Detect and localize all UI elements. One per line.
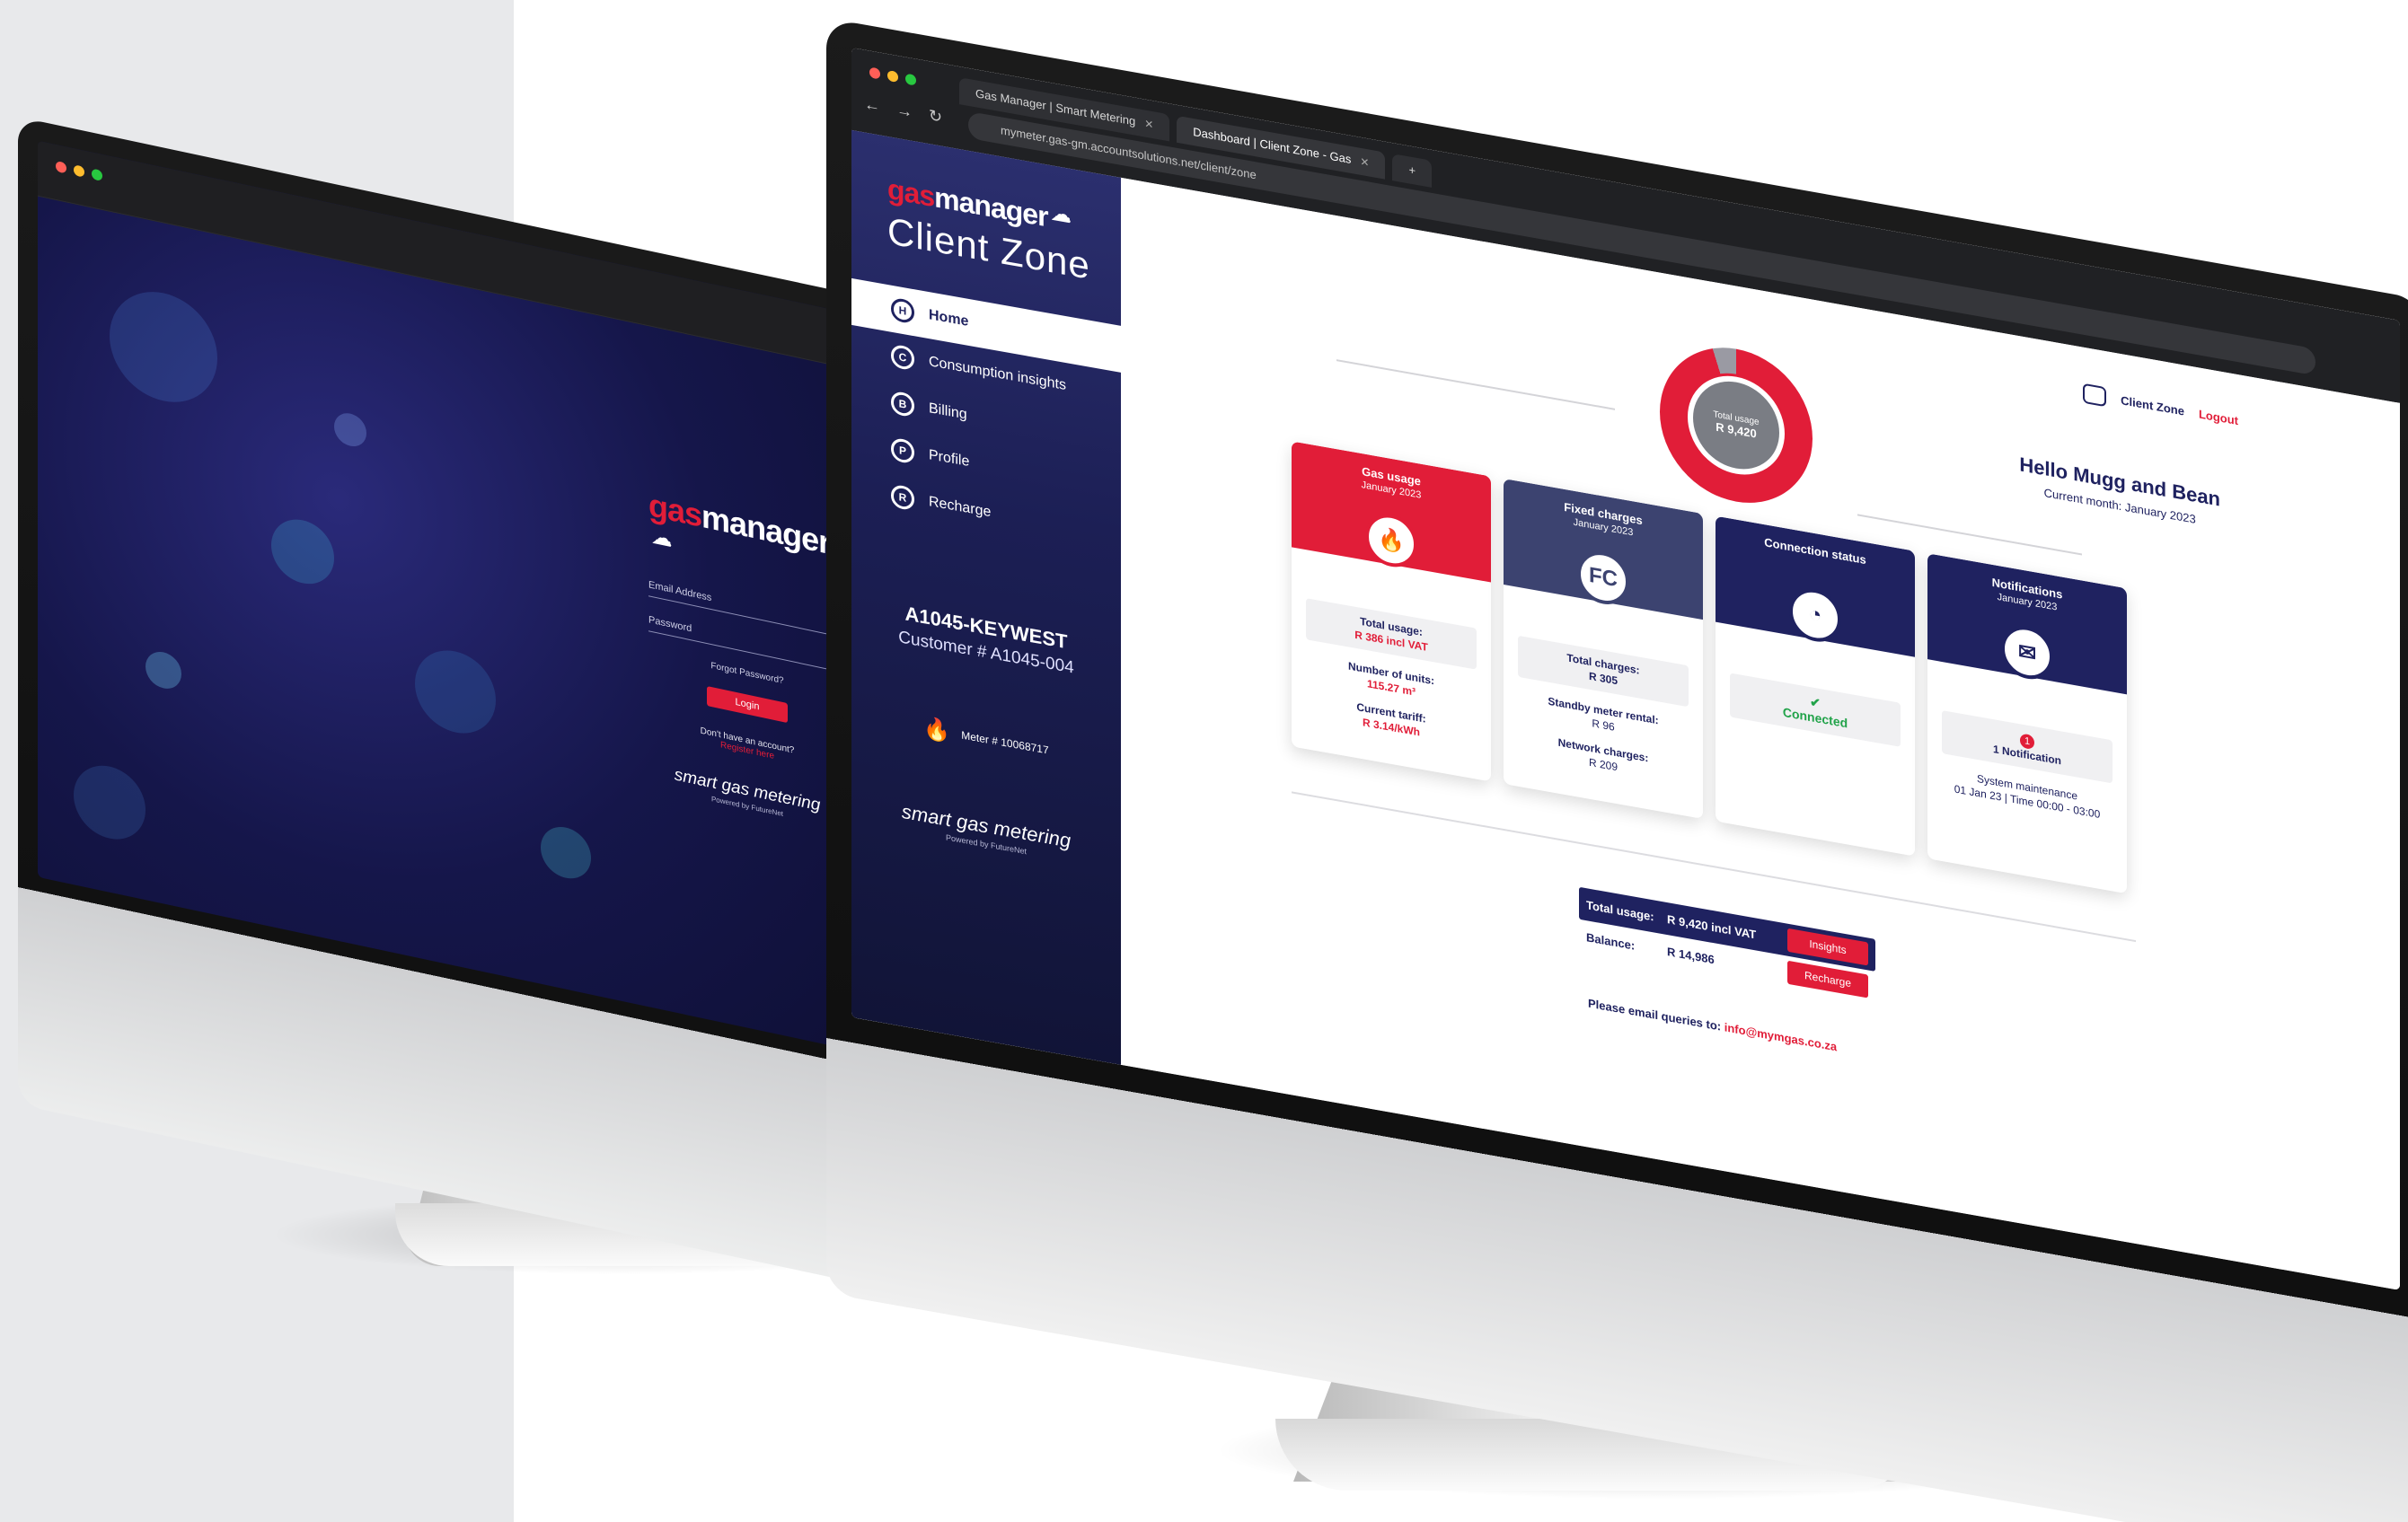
window-controls xyxy=(869,66,916,86)
flame-icon: 🔥 xyxy=(923,716,951,745)
cloud-icon: ☁ xyxy=(652,524,671,551)
sidebar-item-label: Home xyxy=(929,307,969,330)
maximize-window-icon[interactable] xyxy=(905,73,916,86)
account-info: A1045-KEYWEST Customer # A1045-004 xyxy=(851,593,1121,687)
gas-usage-card[interactable]: Gas usage January 2023 🔥 Total usage: R 3… xyxy=(1292,441,1491,782)
meter-number: Meter # 10068717 xyxy=(961,727,1049,757)
cloud-icon: ☁ xyxy=(1051,201,1071,227)
home-icon: H xyxy=(891,296,914,325)
divider-line xyxy=(1336,359,1615,410)
email-label: Email Address xyxy=(648,579,712,604)
client-zone-link[interactable]: Client Zone xyxy=(2121,393,2184,418)
card-body: Total charges: R 305 Standby meter rental… xyxy=(1504,585,1703,788)
logo-manager-text: manager xyxy=(701,497,831,562)
forward-arrow-icon[interactable]: → xyxy=(896,101,913,122)
login-button[interactable]: Login xyxy=(707,686,788,724)
new-tab-button[interactable]: + xyxy=(1392,154,1433,188)
totals-panel: Total usage: R 9,420 incl VAT Insights B… xyxy=(1579,886,1875,1004)
greeting: Hello Mugg and Bean Current month: Janua… xyxy=(2019,453,2220,530)
top-actions: Client Zone Logout xyxy=(2083,383,2238,430)
bokeh-light xyxy=(271,513,334,590)
status-box: ✔ Connected xyxy=(1730,673,1901,747)
sidebar-item-label: Profile xyxy=(929,447,970,471)
bokeh-light xyxy=(334,409,366,450)
logout-link[interactable]: Logout xyxy=(2199,407,2238,427)
summary-cards: Gas usage January 2023 🔥 Total usage: R 3… xyxy=(1292,441,2127,894)
password-label: Password xyxy=(648,614,692,635)
notifications-card[interactable]: Notifications January 2023 ✉ 11 Notifica… xyxy=(1927,553,2127,894)
balance-label: Balance: xyxy=(1586,929,1636,953)
card-title: Connection status xyxy=(1764,535,1866,567)
reload-icon[interactable]: ↻ xyxy=(929,106,942,128)
billing-icon: B xyxy=(891,390,914,418)
fixed-charges-card[interactable]: Fixed charges January 2023 FC Total char… xyxy=(1504,478,1703,820)
minimize-window-icon[interactable] xyxy=(74,164,84,178)
close-window-icon[interactable] xyxy=(869,66,880,80)
bokeh-light xyxy=(110,281,217,413)
chat-icon[interactable] xyxy=(2083,383,2107,408)
login-form: gasmanager☁ Email Address Password Forgo… xyxy=(648,486,846,831)
recharge-icon: R xyxy=(891,483,914,512)
profile-icon: P xyxy=(891,436,914,465)
close-window-icon[interactable] xyxy=(56,160,66,174)
stage: gasmanager☁ Email Address Password Forgo… xyxy=(0,0,2408,1522)
browser-nav: ← → ↻ xyxy=(864,94,942,127)
insights-icon: C xyxy=(891,343,914,372)
total-usage-ring: Total usage R 9,420 xyxy=(1660,335,1813,515)
bokeh-light xyxy=(541,822,591,884)
logo-gas-text: gas xyxy=(887,172,935,214)
sidebar-item-label: Recharge xyxy=(929,494,992,521)
maximize-window-icon[interactable] xyxy=(92,168,102,181)
close-tab-icon[interactable]: ✕ xyxy=(1360,148,1369,177)
close-tab-icon[interactable]: ✕ xyxy=(1144,110,1153,138)
minimize-window-icon[interactable] xyxy=(887,69,898,84)
window-controls xyxy=(56,160,102,181)
back-arrow-icon[interactable]: ← xyxy=(864,94,880,116)
email-prompt: Please email queries to: xyxy=(1588,996,1722,1034)
meter-info: 🔥 Meter # 10068717 xyxy=(851,702,1121,776)
sidebar-menu: H Home C Consumption insights B Billing P Pr… xyxy=(851,277,1121,559)
ring-center: Total usage R 9,420 xyxy=(1688,368,1785,483)
connection-status-card[interactable]: Connection status ◔ ✔ Connected xyxy=(1716,515,1915,857)
email-link[interactable]: info@mymgas.co.za xyxy=(1724,1020,1837,1053)
monitor-body: Gas Manager | Smart Metering ✕ Dashboard … xyxy=(826,18,2408,1522)
bokeh-light xyxy=(74,759,146,847)
sidebar-item-label: Billing xyxy=(929,400,967,423)
bokeh-light xyxy=(415,642,496,742)
dashboard-monitor: Gas Manager | Smart Metering ✕ Dashboard … xyxy=(826,0,2408,1522)
sidebar: gasmanager ☁ Client Zone H Home C Consumpti… xyxy=(851,129,1121,1065)
bokeh-light xyxy=(146,648,181,692)
total-usage-label: Total usage: xyxy=(1586,897,1654,924)
support-email: Please email queries to: info@mymgas.co.… xyxy=(1588,997,1837,1054)
card-body: Total usage: R 386 incl VAT Number of uni… xyxy=(1292,547,1491,751)
dashboard-screen: Gas Manager | Smart Metering ✕ Dashboard … xyxy=(851,47,2400,1290)
